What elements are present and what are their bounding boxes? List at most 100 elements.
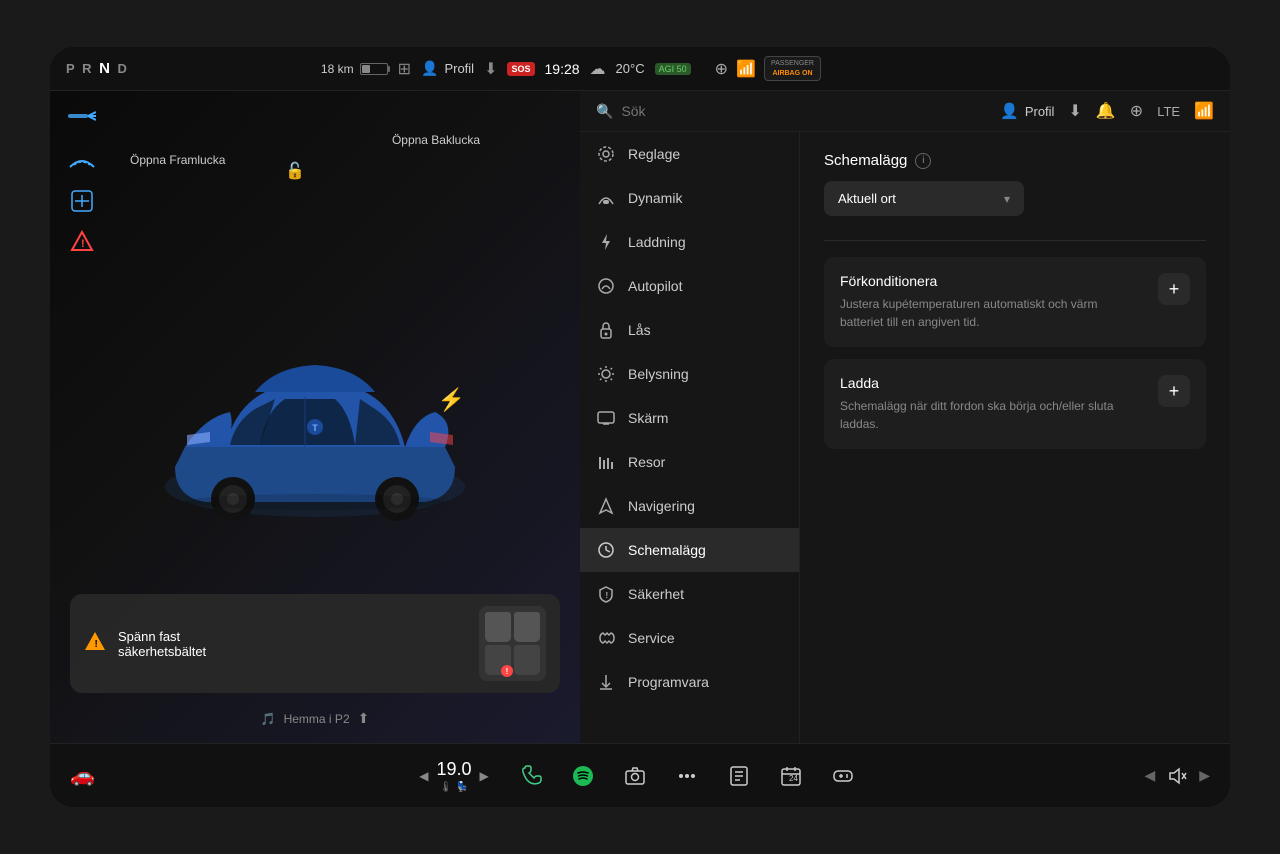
temperature-value: 19.0 xyxy=(436,759,471,780)
rear-trunk-label[interactable]: Öppna Baklucka xyxy=(392,131,480,149)
prnd-indicator: P R N D xyxy=(66,60,129,77)
menu-item-autopilot[interactable]: Autopilot xyxy=(580,264,799,308)
more-app[interactable] xyxy=(669,758,705,794)
ladda-add-button[interactable]: + xyxy=(1158,375,1190,407)
menu-label-service: Service xyxy=(628,630,675,646)
download-nav-icon: ⬇ xyxy=(1068,101,1081,121)
menu-label-resor: Resor xyxy=(628,454,665,470)
svg-text:!: ! xyxy=(81,238,85,250)
warning-triangle-icon: ! xyxy=(84,630,106,652)
notes-app[interactable] xyxy=(721,758,757,794)
profile-nav-button[interactable]: 👤 Profil xyxy=(1000,102,1054,120)
svg-text:!: ! xyxy=(95,639,98,650)
forkonditionera-title: Förkonditionera xyxy=(840,273,1146,289)
search-right-icons: 👤 Profil ⬇ 🔔 ⊕ LTE 📶 xyxy=(1000,101,1214,121)
info-icon[interactable]: i xyxy=(915,153,931,169)
temp-down-arrow[interactable]: ◀ xyxy=(419,769,428,783)
signal-nav-icon: 📶 xyxy=(1194,101,1214,121)
temperature-display: 20°C xyxy=(616,61,645,76)
car-taskbar-icon[interactable]: 🚗 xyxy=(70,763,95,788)
menu-item-sakerhet[interactable]: ! Säkerhet xyxy=(580,572,799,616)
phone-app[interactable] xyxy=(513,758,549,794)
menu-item-programvara[interactable]: Programvara xyxy=(580,660,799,704)
lte-icon: LTE xyxy=(1157,104,1180,119)
schema-title: Schemalägg i xyxy=(824,152,1206,169)
svg-text:24: 24 xyxy=(789,774,798,783)
music-bar: 🎵 Hemma i P2 ⬆ xyxy=(70,710,560,727)
spotify-app[interactable] xyxy=(565,758,601,794)
front-trunk-label[interactable]: Öppna Framlucka xyxy=(130,151,225,169)
belysning-icon xyxy=(596,364,616,384)
seat-heat-icon: 💺 xyxy=(456,782,468,793)
game-app[interactable] xyxy=(825,758,861,794)
menu-label-navigering: Navigering xyxy=(628,498,695,514)
battery-bar xyxy=(360,63,388,75)
navigering-icon xyxy=(596,496,616,516)
bluetooth-nav-icon: ⊕ xyxy=(1130,101,1143,121)
divider xyxy=(824,240,1206,241)
search-bar: 🔍 👤 Profil ⬇ 🔔 ⊕ LTE 📶 xyxy=(580,91,1230,132)
cloud-icon: ☁ xyxy=(590,59,606,79)
menu-label-schemalägg: Schemalägg xyxy=(628,542,706,558)
headlight-icon xyxy=(66,107,98,135)
menu-item-schemalägg[interactable]: Schemalägg xyxy=(580,528,799,572)
ladda-text: Ladda Schemalägg när ditt fordon ska bör… xyxy=(840,375,1146,433)
aqi-badge: AGI 50 xyxy=(655,63,691,75)
las-icon xyxy=(596,320,616,340)
time-display: 19:28 xyxy=(545,61,580,77)
prev-arrow[interactable]: ◀ xyxy=(1144,767,1155,784)
schemalägg-icon xyxy=(596,540,616,560)
calendar-app[interactable]: 24 xyxy=(773,758,809,794)
main-content: ! Öppna Framlucka Öppna Baklucka 🔓 xyxy=(50,91,1230,743)
menu-item-belysning[interactable]: Belysning xyxy=(580,352,799,396)
bluetooth-icon: ⊕ xyxy=(715,59,728,79)
taskbar-right: ◀ ▶ xyxy=(1130,766,1210,786)
forkonditionera-desc: Justera kupétemperaturen automatiskt och… xyxy=(840,295,1140,331)
left-panel: ! Öppna Framlucka Öppna Baklucka 🔓 xyxy=(50,91,580,743)
taskbar-center: ◀ 19.0 🌡 💺 ▶ xyxy=(158,758,1122,794)
taskbar: 🚗 ◀ 19.0 🌡 💺 ▶ xyxy=(50,743,1230,807)
temp-up-arrow[interactable]: ▶ xyxy=(480,769,489,783)
menu-label-las: Lås xyxy=(628,322,651,338)
camera-app[interactable] xyxy=(617,758,653,794)
airbag-indicator: PASSENGER AIRBAG ON xyxy=(764,56,821,80)
download-icon: ⬇ xyxy=(484,59,497,79)
left-sidebar-icons: ! xyxy=(66,107,98,255)
settings-detail: Schemalägg i Aktuell ort ▾ xyxy=(800,132,1230,743)
menu-item-resor[interactable]: Resor xyxy=(580,440,799,484)
menu-item-service[interactable]: Service xyxy=(580,616,799,660)
profile-button[interactable]: 👤 Profil xyxy=(421,60,474,77)
battery-km: 18 km xyxy=(321,62,388,76)
seatbelt-text: Spänn fast säkerhetsbältet xyxy=(118,629,206,659)
forkonditionera-add-button[interactable]: + xyxy=(1158,273,1190,305)
dropdown-arrow-icon: ▾ xyxy=(1004,192,1010,206)
autopilot-icon xyxy=(66,147,98,175)
camera-icon: ⊞ xyxy=(398,59,411,79)
seatbelt-notification: ! Spänn fast säkerhetsbältet ! xyxy=(70,594,560,693)
next-arrow[interactable]: ▶ xyxy=(1199,767,1210,784)
charging-icon: ⚡ xyxy=(438,387,465,413)
screen-bezel: P R N D 18 km ⊞ 👤 Profil ⬇ SOS 19:28 ☁ 2… xyxy=(50,47,1230,807)
menu-label-programvara: Programvara xyxy=(628,674,709,690)
ladda-desc: Schemalägg när ditt fordon ska börja och… xyxy=(840,397,1140,433)
menu-item-las[interactable]: Lås xyxy=(580,308,799,352)
taskbar-apps: 24 xyxy=(513,758,861,794)
seat-diagram: ! xyxy=(479,606,546,681)
menu-item-navigering[interactable]: Navigering xyxy=(580,484,799,528)
menu-label-reglage: Reglage xyxy=(628,146,680,162)
skarm-icon xyxy=(596,408,616,428)
autopilot-menu-icon xyxy=(596,276,616,296)
search-input[interactable] xyxy=(621,103,821,119)
location-dropdown[interactable]: Aktuell ort ▾ xyxy=(824,181,1024,216)
forkonditionera-text: Förkonditionera Justera kupétemperaturen… xyxy=(840,273,1146,331)
volume-icon[interactable] xyxy=(1167,766,1187,786)
menu-item-skarm[interactable]: Skärm xyxy=(580,396,799,440)
sos-badge[interactable]: SOS xyxy=(507,62,534,76)
menu-item-reglage[interactable]: Reglage xyxy=(580,132,799,176)
settings-content: Reglage Dynamik Laddning xyxy=(580,132,1230,743)
menu-label-autopilot: Autopilot xyxy=(628,278,682,294)
menu-item-laddning[interactable]: Laddning xyxy=(580,220,799,264)
traffic-icon xyxy=(66,187,98,215)
menu-item-dynamik[interactable]: Dynamik xyxy=(580,176,799,220)
temperature-control: ◀ 19.0 🌡 💺 ▶ xyxy=(419,759,489,793)
